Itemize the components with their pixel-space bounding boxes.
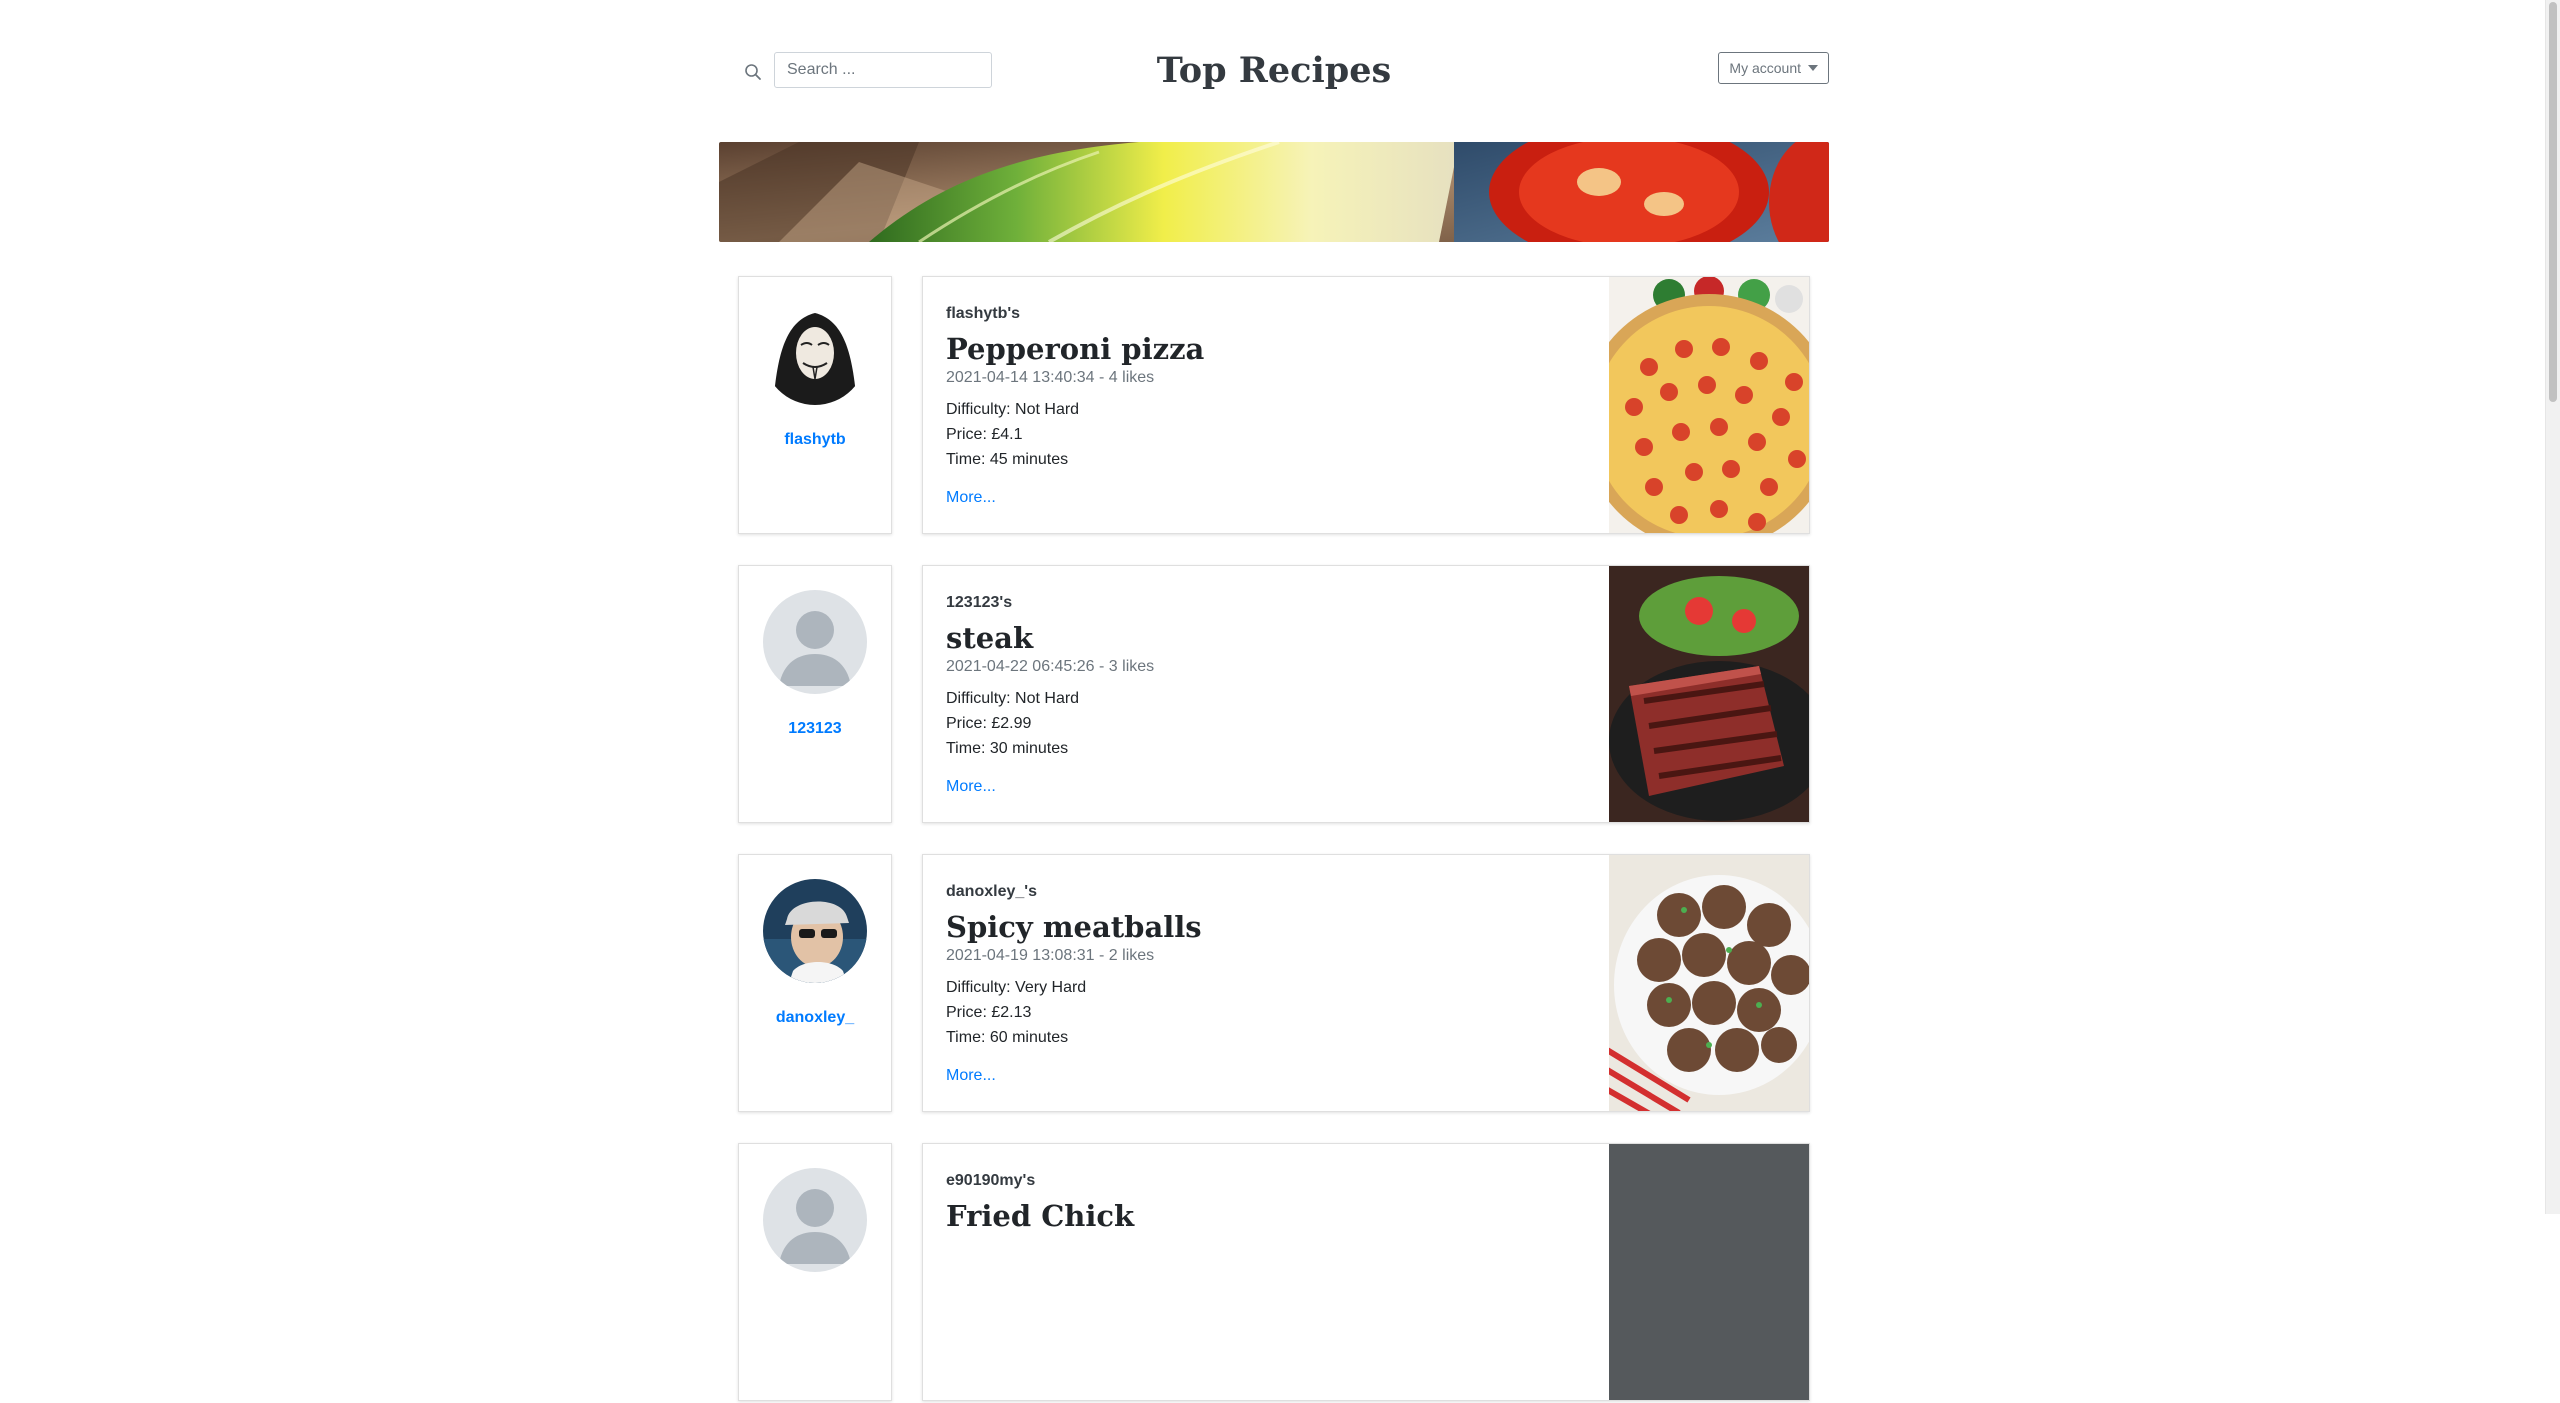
recipe-time: Time: 30 minutes: [946, 740, 1069, 757]
author-card: [738, 1143, 892, 1401]
recipe-difficulty: Difficulty: Not Hard: [946, 690, 1080, 707]
recipe-difficulty: Difficulty: Not Hard: [946, 401, 1080, 418]
recipe-owner: flashytb's: [946, 305, 1021, 322]
recipe-time: Time: 45 minutes: [946, 451, 1069, 468]
recipe-time: Time: 60 minutes: [946, 1029, 1069, 1046]
recipe-owner: e90190my's: [946, 1172, 1036, 1189]
recipe-card: danoxley_'s Spicy meatballs 2021-04-19 1…: [922, 854, 1810, 1112]
author-card: danoxley_: [738, 854, 892, 1112]
recipe-image[interactable]: [1609, 855, 1809, 1112]
recipe-image[interactable]: [1609, 566, 1809, 823]
author-link[interactable]: danoxley_: [739, 1009, 891, 1027]
recipe-price: Price: £2.13: [946, 1004, 1032, 1021]
author-card: 123123: [738, 565, 892, 823]
recipe-owner: danoxley_'s: [946, 883, 1037, 900]
site-title[interactable]: Top Recipes: [719, 46, 1829, 96]
recipe-card: flashytb's Pepperoni pizza 2021-04-14 13…: [922, 276, 1810, 534]
recipe-owner: 123123's: [946, 594, 1013, 611]
recipe-meta: 2021-04-14 13:40:34 - 4 likes: [946, 369, 1155, 386]
recipe-meta: 2021-04-22 06:45:26 - 3 likes: [946, 658, 1155, 675]
recipe-title[interactable]: Fried Chick: [946, 1196, 1134, 1236]
recipe-title[interactable]: steak: [946, 618, 1033, 658]
caret-down-icon: [1808, 65, 1818, 71]
food-banner: [719, 142, 1829, 242]
scrollbar-thumb[interactable]: [2549, 2, 2557, 402]
my-account-label: My account: [1729, 60, 1801, 76]
my-account-dropdown[interactable]: My account: [1718, 52, 1829, 84]
recipe-image-placeholder[interactable]: [1609, 1144, 1809, 1400]
more-link[interactable]: More...: [946, 1067, 996, 1085]
avatar[interactable]: [763, 301, 867, 405]
recipe-title[interactable]: Spicy meatballs: [946, 907, 1202, 947]
recipe-row: flashytb flashytb's Pepperoni pizza 2021…: [738, 276, 1810, 536]
avatar[interactable]: [763, 590, 867, 694]
author-card: flashytb: [738, 276, 892, 534]
recipe-meta: 2021-04-19 13:08:31 - 2 likes: [946, 947, 1155, 964]
recipe-row: danoxley_ danoxley_'s Spicy meatballs 20…: [738, 854, 1810, 1114]
recipe-difficulty: Difficulty: Very Hard: [946, 979, 1087, 996]
recipe-price: Price: £4.1: [946, 426, 1023, 443]
recipe-card: e90190my's Fried Chick: [922, 1143, 1810, 1401]
recipe-price: Price: £2.99: [946, 715, 1032, 732]
site-header: Top Recipes My account: [719, 46, 1829, 98]
recipe-image[interactable]: [1609, 277, 1809, 534]
recipe-row: e90190my's Fried Chick: [738, 1143, 1810, 1403]
recipe-row: 123123 123123's steak 2021-04-22 06:45:2…: [738, 565, 1810, 825]
page-scrollbar[interactable]: [2545, 0, 2560, 1214]
recipe-card: 123123's steak 2021-04-22 06:45:26 - 3 l…: [922, 565, 1810, 823]
avatar[interactable]: [763, 1168, 867, 1272]
author-link[interactable]: 123123: [739, 720, 891, 738]
author-link[interactable]: flashytb: [739, 431, 891, 449]
more-link[interactable]: More...: [946, 489, 996, 507]
avatar[interactable]: [763, 879, 867, 983]
recipe-title[interactable]: Pepperoni pizza: [946, 329, 1204, 369]
more-link[interactable]: More...: [946, 778, 996, 796]
